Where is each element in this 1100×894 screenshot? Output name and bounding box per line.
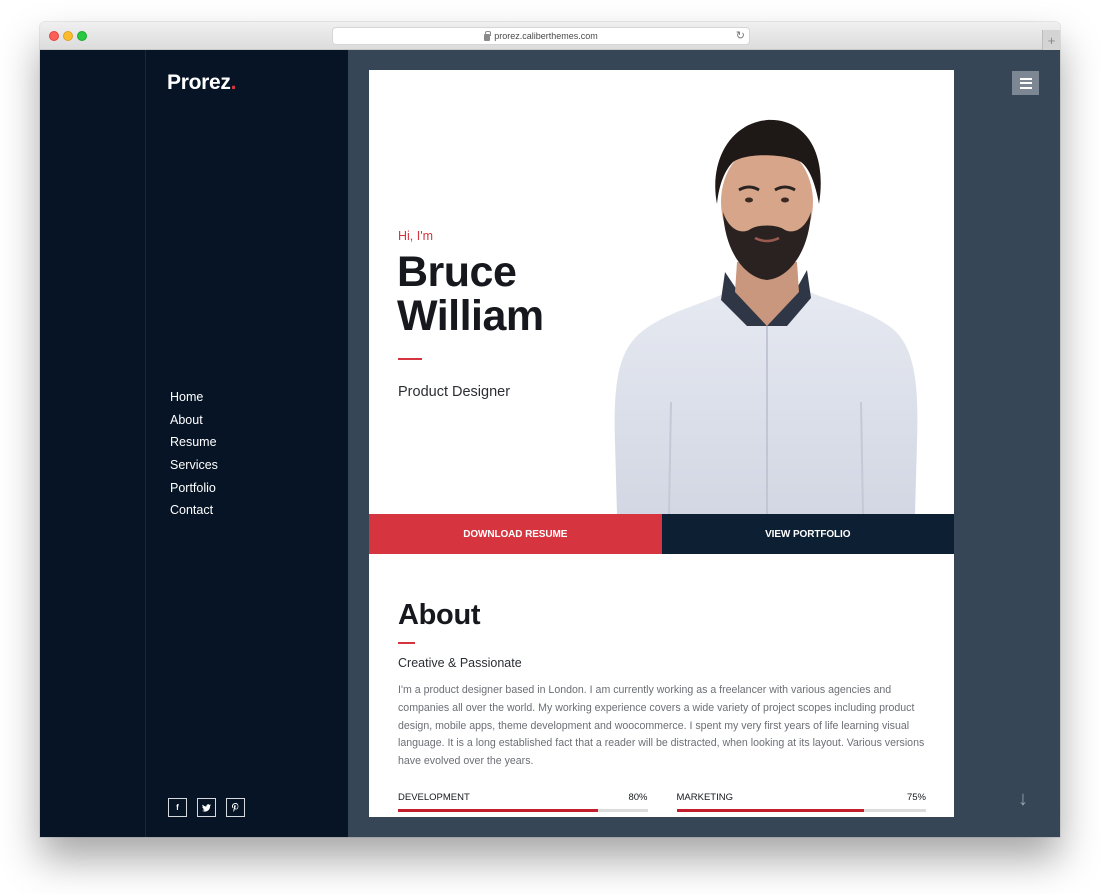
skill-bar-fill	[398, 809, 598, 812]
maximize-window-button[interactable]	[77, 31, 87, 41]
hamburger-icon-line	[1019, 82, 1032, 84]
hero-greeting: Hi, I'm	[398, 229, 434, 243]
logo-dot: .	[230, 71, 237, 94]
skill-bar-track	[676, 809, 926, 812]
skill-item: MARKETING 75%	[676, 792, 926, 812]
about-subtitle: Creative & Passionate	[398, 656, 522, 670]
sidebar: Prorez. Home About Resume Services Portf…	[146, 50, 348, 837]
twitter-icon	[202, 803, 211, 812]
hamburger-menu-button[interactable]	[1012, 71, 1039, 95]
download-resume-button[interactable]: DOWNLOAD RESUME	[369, 514, 662, 554]
view-portfolio-button[interactable]: VIEW PORTFOLIO	[661, 514, 954, 554]
twitter-button[interactable]	[197, 798, 216, 817]
skill-item: DEVELOPMENT 80%	[398, 792, 648, 812]
close-window-button[interactable]	[49, 31, 59, 41]
content-card: Hi, I'm Bruce William Product Designer D…	[369, 70, 954, 817]
page-viewport: Prorez. Home About Resume Services Portf…	[40, 50, 1060, 837]
about-text: I'm a product designer based in London. …	[398, 684, 925, 768]
nav-item-about[interactable]: About	[170, 413, 203, 427]
about-title: About	[398, 599, 481, 631]
new-tab-button[interactable]: +	[1042, 30, 1060, 50]
facebook-button[interactable]: f	[168, 798, 187, 817]
url-text: prorez.caliberthemes.com	[494, 31, 598, 41]
skill-bar-fill	[676, 809, 864, 812]
skill-bar-track	[398, 809, 648, 812]
browser-titlebar: prorez.caliberthemes.com ↻ +	[40, 22, 1060, 50]
nav-item-services[interactable]: Services	[170, 458, 218, 472]
skill-percent: 80%	[628, 792, 648, 803]
hamburger-icon-line	[1019, 86, 1032, 89]
pinterest-button[interactable]	[226, 798, 245, 817]
nav-item-contact[interactable]: Contact	[170, 503, 213, 517]
nav-item-home[interactable]: Home	[170, 390, 203, 404]
site-logo[interactable]: Prorez.	[167, 71, 236, 95]
reload-icon[interactable]: ↻	[736, 29, 745, 42]
hamburger-icon-line	[1019, 77, 1032, 80]
hero-last-name: William	[397, 292, 544, 340]
skills-list: DEVELOPMENT 80% MARKETING 75%	[398, 792, 926, 812]
skill-name: MARKETING	[676, 792, 733, 803]
hero-section: Hi, I'm Bruce William Product Designer	[369, 70, 954, 514]
hero-first-name: Bruce	[397, 248, 517, 296]
social-links: f	[168, 798, 245, 817]
arrow-down-icon[interactable]: ↓	[1018, 788, 1028, 811]
facebook-icon: f	[176, 803, 179, 812]
address-bar[interactable]: prorez.caliberthemes.com ↻	[332, 27, 750, 45]
nav-item-portfolio[interactable]: Portfolio	[170, 481, 216, 495]
skill-percent: 75%	[906, 792, 926, 803]
hero-actions: DOWNLOAD RESUME VIEW PORTFOLIO	[369, 514, 954, 554]
nav-item-resume[interactable]: Resume	[170, 435, 217, 449]
hero-name: Bruce William	[397, 250, 544, 338]
lock-icon	[484, 30, 492, 41]
minimize-window-button[interactable]	[63, 31, 73, 41]
browser-window: prorez.caliberthemes.com ↻ + Prorez. Hom…	[40, 22, 1060, 837]
main-nav: Home About Resume Services Portfolio Con…	[170, 388, 218, 524]
profile-photo	[614, 119, 918, 514]
logo-text: Prorez	[167, 71, 231, 94]
about-divider	[398, 642, 415, 644]
hero-role: Product Designer	[398, 384, 511, 400]
pinterest-icon	[232, 803, 239, 812]
left-strip	[40, 50, 146, 837]
skill-name: DEVELOPMENT	[398, 792, 470, 803]
hero-divider	[398, 358, 422, 360]
